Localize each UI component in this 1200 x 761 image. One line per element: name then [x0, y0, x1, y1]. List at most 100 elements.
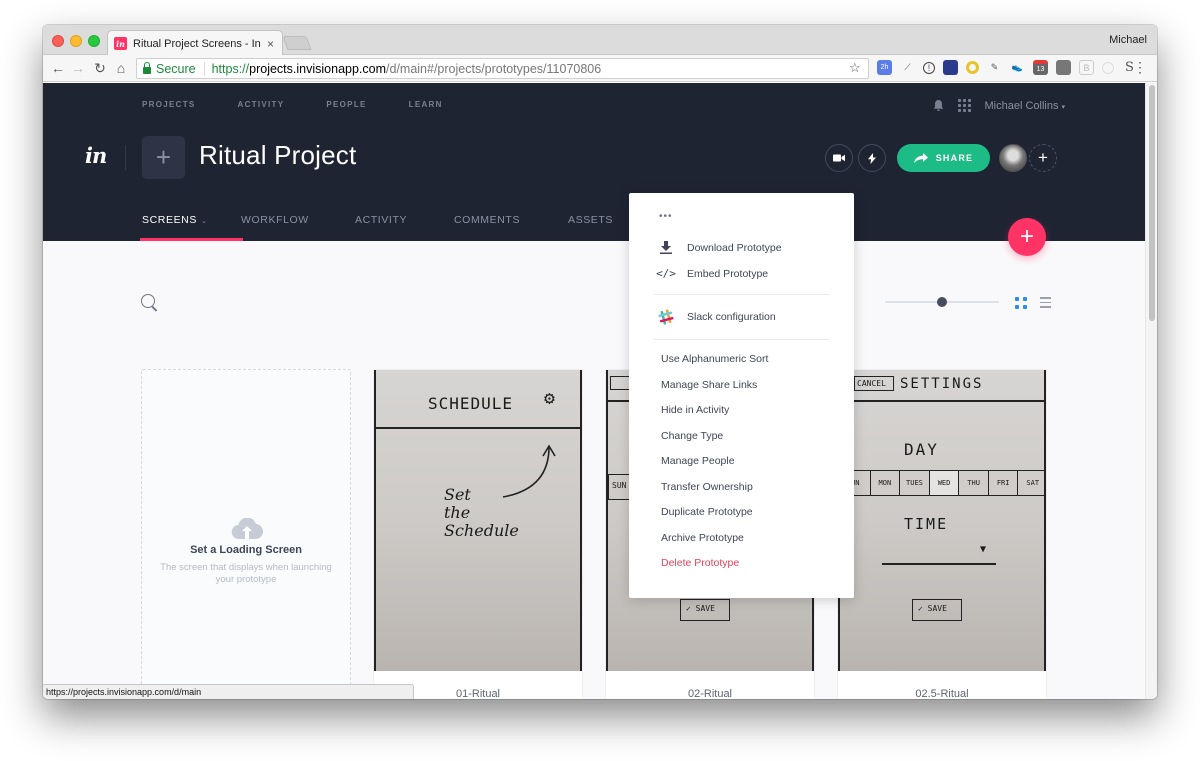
- screen-card[interactable]: SCHEDULE ⚙ Set the Schedule 01-Ritual: [373, 369, 583, 699]
- graph-extension-icon[interactable]: [943, 60, 958, 75]
- nav-people[interactable]: PEOPLE: [326, 100, 366, 109]
- menu-item-label: Slack configuration: [687, 311, 776, 323]
- nav-learn[interactable]: LEARN: [409, 100, 443, 109]
- loading-screen-subtitle: The screen that displays when launching …: [160, 562, 332, 585]
- screen-thumbnail[interactable]: SCHEDULE ⚙ Set the Schedule: [374, 370, 582, 671]
- maximize-window-button[interactable]: [88, 35, 100, 47]
- circle-extension-icon[interactable]: [1102, 61, 1114, 74]
- video-call-button[interactable]: [825, 144, 853, 172]
- tab-close-icon[interactable]: ×: [267, 37, 274, 51]
- sketch-cancel-label: CANCEL: [857, 379, 886, 388]
- tab-comments[interactable]: COMMENTS: [454, 214, 568, 241]
- sketch-day-cell: THU: [958, 471, 988, 495]
- page-scrollbar[interactable]: [1145, 83, 1157, 699]
- menu-item-archive-prototype[interactable]: Archive Prototype: [661, 532, 744, 544]
- project-title[interactable]: Ritual Project: [199, 140, 356, 171]
- browser-tab[interactable]: in Ritual Project Screens - InVisio ×: [107, 30, 283, 56]
- screen-card[interactable]: CANCEL SETTINGS DAY UN MON TUES WED THU FRI SA…: [837, 369, 1047, 699]
- screen-label[interactable]: 02-Ritual: [606, 688, 814, 699]
- add-project-image-button[interactable]: +: [142, 136, 185, 179]
- menu-item-delete-prototype[interactable]: Delete Prototype: [661, 557, 739, 569]
- pen-extension-icon[interactable]: ✎: [987, 60, 1002, 75]
- sketch-note-line: Schedule: [444, 521, 519, 540]
- tab-assets[interactable]: ASSETS: [568, 214, 638, 241]
- tab-activity[interactable]: ACTIVITY: [355, 214, 454, 241]
- minimize-window-button[interactable]: [70, 35, 82, 47]
- page-scrollbar-thumb[interactable]: [1149, 85, 1155, 321]
- back-arrow-icon[interactable]: ←: [49, 59, 67, 77]
- sketch-dropdown-arrow-icon: ▼: [980, 544, 987, 555]
- menu-item-manage-share-links[interactable]: Manage Share Links: [661, 379, 757, 391]
- menu-item-duplicate-prototype[interactable]: Duplicate Prototype: [661, 506, 753, 518]
- grid-view-icon[interactable]: [1015, 297, 1027, 309]
- logo-divider: [125, 145, 126, 171]
- url-separator: [203, 61, 205, 76]
- add-collaborator-button[interactable]: +: [1029, 144, 1057, 172]
- tab-workflow[interactable]: WORKFLOW: [241, 214, 355, 241]
- tab-comments-label: COMMENTS: [454, 214, 521, 226]
- password-extension-icon[interactable]: !: [923, 61, 935, 74]
- menu-item-hide-in-activity[interactable]: Hide in Activity: [661, 404, 729, 416]
- zoom-slider[interactable]: [885, 297, 999, 307]
- browser-window: in Ritual Project Screens - InVisio × Mi…: [43, 25, 1157, 699]
- sketch-divider: [376, 427, 580, 429]
- share-arrow-icon: [913, 153, 928, 163]
- video-camera-icon: [833, 154, 845, 162]
- avatar[interactable]: [999, 144, 1027, 172]
- browser-menu-icon[interactable]: ⋮: [1133, 59, 1147, 76]
- more-options-icon[interactable]: •••: [659, 211, 673, 222]
- menu-item-label: Delete Prototype: [661, 557, 740, 569]
- lens-extension-icon[interactable]: [966, 61, 979, 74]
- menu-item-manage-people[interactable]: Manage People: [661, 455, 735, 467]
- clip-extension-icon[interactable]: [1056, 60, 1071, 75]
- loading-screen-card[interactable]: Set a Loading Screen The screen that dis…: [141, 369, 351, 699]
- home-icon[interactable]: ⌂: [112, 59, 130, 77]
- menu-item-transfer-ownership[interactable]: Transfer Ownership: [661, 481, 753, 493]
- menu-item-label: Change Type: [661, 430, 724, 442]
- forward-arrow-icon[interactable]: →: [69, 59, 87, 77]
- add-screen-fab[interactable]: +: [1008, 218, 1046, 256]
- sketch-divider: [840, 400, 1044, 402]
- screen-label[interactable]: 02.5-Ritual: [838, 688, 1046, 699]
- address-bar[interactable]: Secure https:// projects.invisionapp.com…: [136, 58, 869, 79]
- calendar-extension-icon[interactable]: 2h: [877, 60, 892, 75]
- close-window-button[interactable]: [52, 35, 64, 47]
- project-tabs: SCREENS ⌄ WORKFLOW ACTIVITY COMMENTS ASSE…: [140, 214, 638, 241]
- share-button[interactable]: SHARE: [897, 144, 990, 172]
- eyedropper-extension-icon[interactable]: ⟋: [900, 60, 915, 75]
- nav-projects[interactable]: PROJECTS: [142, 100, 196, 109]
- calendar-13-extension-icon[interactable]: 13: [1033, 60, 1048, 75]
- tab-screens-label: SCREENS: [142, 214, 197, 226]
- menu-item-download-prototype[interactable]: Download Prototype: [660, 241, 782, 254]
- sketch-title: SETTINGS: [900, 376, 984, 392]
- user-menu[interactable]: Michael Collins ▾: [985, 96, 1066, 114]
- menu-item-slack-configuration[interactable]: Slack configuration: [658, 309, 776, 325]
- screen-thumbnail[interactable]: CANCEL SETTINGS DAY UN MON TUES WED THU FRI SA…: [838, 370, 1046, 671]
- new-tab-button[interactable]: [282, 36, 312, 50]
- apps-grid-icon[interactable]: [957, 98, 971, 112]
- sketch-time-heading: TIME: [904, 515, 949, 533]
- list-view-icon[interactable]: [1040, 297, 1051, 311]
- reload-icon[interactable]: ↻: [91, 59, 109, 77]
- profile-name[interactable]: Michael: [1109, 34, 1147, 46]
- search-icon[interactable]: [141, 294, 155, 308]
- menu-item-change-type[interactable]: Change Type: [661, 430, 723, 442]
- invision-app: PROJECTS ACTIVITY PEOPLE LEARN Michael C…: [43, 83, 1145, 699]
- b-extension-icon[interactable]: B: [1079, 60, 1094, 75]
- menu-item-label: Duplicate Prototype: [661, 506, 753, 518]
- sneaker-extension-icon[interactable]: 👟: [1010, 60, 1025, 75]
- bookmark-star-icon[interactable]: ☆: [849, 60, 861, 76]
- slack-icon: [655, 309, 677, 325]
- menu-item-embed-prototype[interactable]: </> Embed Prototype: [656, 267, 768, 280]
- invision-logo[interactable]: in: [85, 143, 107, 168]
- sketch-day-cell: MON: [869, 471, 900, 495]
- notifications-bell-icon[interactable]: [933, 99, 944, 112]
- menu-item-alphanumeric-sort[interactable]: Use Alphanumeric Sort: [661, 353, 768, 365]
- prototype-options-menu: ••• Download Prototype </> Embed Prototy…: [629, 193, 854, 598]
- sketch-save-text: SAVE: [927, 604, 947, 613]
- lightning-button[interactable]: [858, 144, 886, 172]
- zoom-slider-handle[interactable]: [937, 297, 947, 307]
- tab-workflow-label: WORKFLOW: [241, 214, 309, 226]
- tab-screens[interactable]: SCREENS ⌄: [140, 214, 243, 241]
- nav-activity[interactable]: ACTIVITY: [238, 100, 285, 109]
